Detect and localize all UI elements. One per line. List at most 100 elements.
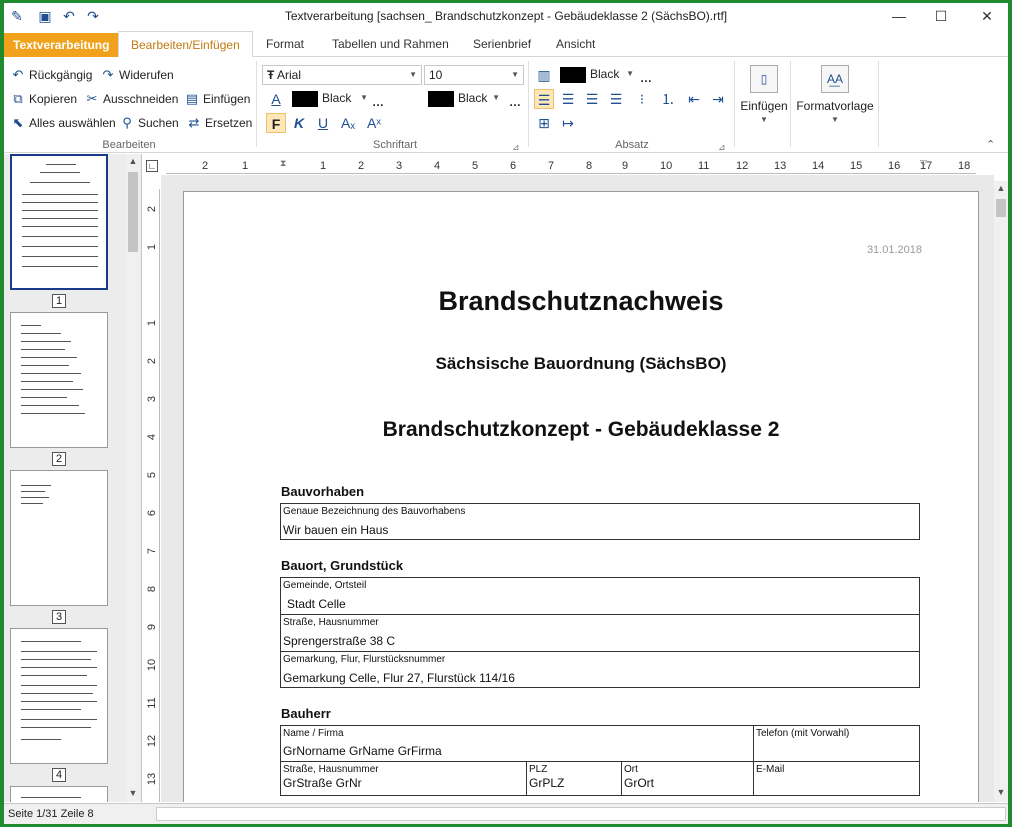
tab-ansicht[interactable]: Ansicht xyxy=(544,31,607,57)
more-highlight-colors-icon[interactable]: … xyxy=(509,95,521,109)
highlight-color-swatch xyxy=(428,91,454,108)
thumb-line xyxy=(21,701,97,702)
tab-app-menu[interactable]: Textverarbeitung xyxy=(4,33,119,57)
scrollbar-thumb[interactable] xyxy=(128,172,138,252)
highlight-color-select[interactable]: Black ▼ xyxy=(424,89,504,109)
shading-color-select[interactable]: Black ▼ xyxy=(556,65,638,85)
align-left-icon[interactable]: ☰ xyxy=(534,89,554,109)
field-value[interactable]: Sprengerstraße 38 C xyxy=(283,634,395,648)
close-button[interactable]: ✕ xyxy=(964,3,1008,29)
more-font-colors-icon[interactable]: … xyxy=(372,95,384,109)
subscript-button[interactable]: Aₓ xyxy=(338,113,358,133)
align-justify-icon[interactable]: ☰ xyxy=(606,89,626,109)
underline-button[interactable]: U xyxy=(313,113,333,133)
align-center-icon[interactable]: ☰ xyxy=(558,89,578,109)
font-dialog-launcher-icon[interactable]: ⊿ xyxy=(512,137,520,157)
group-divider xyxy=(790,61,791,147)
thumb-line xyxy=(22,218,98,219)
increase-indent-icon[interactable]: ⇥ xyxy=(708,89,728,109)
page-number: 4 xyxy=(52,768,66,782)
ruler-tick: 14 xyxy=(812,160,825,172)
more-shading-colors-icon[interactable]: … xyxy=(640,71,652,85)
tab-format[interactable]: Format xyxy=(254,31,316,57)
numbered-list-icon[interactable]: ⒈ xyxy=(658,89,678,109)
thumb-line xyxy=(22,226,98,227)
ruler-tick: 7 xyxy=(548,160,555,172)
minimize-button[interactable]: — xyxy=(876,3,922,29)
replace-icon: ⇄ xyxy=(188,115,200,130)
field-value[interactable]: GrNorname GrName GrFirma xyxy=(283,744,442,758)
chevron-up-icon[interactable]: ▲ xyxy=(126,156,140,166)
ruler-tick: 13 xyxy=(774,160,787,172)
redo-button[interactable]: ↷ Widerufen xyxy=(100,65,174,85)
ruler-tick: 9 xyxy=(146,623,158,631)
chevron-down-icon[interactable]: ▼ xyxy=(126,788,140,798)
superscript-button[interactable]: Aˣ xyxy=(364,113,384,133)
document-canvas[interactable]: 31.01.2018 Brandschutznachweis Sächsisch… xyxy=(161,175,994,802)
thumb-line xyxy=(21,381,73,382)
tab-tabellen-und-rahmen[interactable]: Tabellen und Rahmen xyxy=(320,31,461,57)
align-right-icon[interactable]: ☰ xyxy=(582,89,602,109)
field-value[interactable]: GrPLZ xyxy=(529,776,564,790)
insert-button[interactable]: ▯ Einfügen ▼ xyxy=(738,65,790,124)
page-thumbnail[interactable] xyxy=(10,154,108,290)
tab-type-selector[interactable]: ∟ xyxy=(146,160,158,172)
table-cell: E-Mail xyxy=(754,762,919,795)
thumbnail-scrollbar[interactable]: ▲ ▼ xyxy=(126,154,140,802)
document-page[interactable]: 31.01.2018 Brandschutznachweis Sächsisch… xyxy=(183,191,979,802)
thumb-line xyxy=(22,266,98,267)
document-scrollbar[interactable]: ▲ ▼ xyxy=(994,181,1008,802)
search-icon: ⚲ xyxy=(122,115,132,130)
decrease-indent-icon[interactable]: ⇤ xyxy=(684,89,704,109)
collapse-ribbon-icon[interactable]: ⌃ xyxy=(986,135,995,155)
field-value[interactable]: Stadt Celle xyxy=(287,597,346,611)
page-thumbnail[interactable] xyxy=(10,786,108,802)
tab-serienbrief[interactable]: Serienbrief xyxy=(461,31,543,57)
paste-button[interactable]: ▤ Einfügen xyxy=(184,89,251,109)
thumb-line xyxy=(21,397,67,398)
style-button[interactable]: A͟A Formatvorlage ▼ xyxy=(794,65,876,124)
horizontal-ruler[interactable]: 2 1 1 2 3 4 5 6 7 8 9 10 11 12 13 14 15 … xyxy=(166,158,976,174)
field-label: Gemarkung, Flur, Flurstücksnummer xyxy=(283,654,446,665)
undo-button[interactable]: ↶ Rückgängig xyxy=(10,65,93,85)
field-value[interactable]: GrOrt xyxy=(624,776,654,790)
field-label: Ort xyxy=(624,764,638,775)
search-button[interactable]: ⚲ Suchen xyxy=(119,113,178,133)
field-value[interactable]: GrStraße GrNr xyxy=(283,776,362,790)
field-value[interactable]: Wir bauen ein Haus xyxy=(283,523,388,537)
title-bar: ✎ ▣ ↶ ↷ Textverarbeitung [sachsen_ Brand… xyxy=(4,3,1008,29)
select-all-button[interactable]: ⬉ Alles auswählen xyxy=(10,113,116,133)
cut-button[interactable]: ✂ Ausschneiden xyxy=(84,89,179,109)
page-thumbnail[interactable] xyxy=(10,312,108,448)
ruler-tick: 4 xyxy=(146,433,158,441)
border-grid-icon[interactable]: ⊞ xyxy=(534,113,554,133)
page-thumbnail[interactable] xyxy=(10,628,108,764)
tab-bearbeiten-einfuegen[interactable]: Bearbeiten/Einfügen xyxy=(118,31,253,58)
page-thumbnail[interactable] xyxy=(10,470,108,606)
paragraph-shading-icon[interactable]: ▥ xyxy=(534,65,554,85)
bold-button[interactable]: F xyxy=(266,113,286,133)
left-indent-marker[interactable]: ⧗ xyxy=(280,158,286,169)
chevron-up-icon[interactable]: ▲ xyxy=(994,183,1008,193)
select-all-label: Alles auswählen xyxy=(29,116,116,130)
thumb-line xyxy=(21,503,43,504)
font-color-select[interactable]: Black ▼ xyxy=(288,89,372,109)
horizontal-scrollbar[interactable] xyxy=(156,807,1006,821)
font-family-select[interactable]: Ŧ Arial ▼ xyxy=(262,65,422,85)
field-value[interactable]: Gemarkung Celle, Flur 27, Flurstück 114/… xyxy=(283,671,515,685)
right-indent-marker[interactable]: ▽ xyxy=(920,158,927,169)
replace-button[interactable]: ⇄ Ersetzen xyxy=(186,113,253,133)
ruler-tick: 15 xyxy=(850,160,863,172)
bullet-list-icon[interactable]: ⁝ xyxy=(632,89,652,109)
tab-stops-icon[interactable]: ↦ xyxy=(558,113,578,133)
chevron-down-icon[interactable]: ▼ xyxy=(994,787,1008,797)
scrollbar-thumb[interactable] xyxy=(996,199,1006,217)
font-color-icon[interactable]: A xyxy=(266,89,286,109)
font-size-select[interactable]: 10 ▼ xyxy=(424,65,524,85)
paragraph-dialog-launcher-icon[interactable]: ⊿ xyxy=(718,137,726,157)
copy-button[interactable]: ⧉ Kopieren xyxy=(10,89,77,109)
maximize-button[interactable]: ☐ xyxy=(918,3,964,29)
vertical-ruler[interactable]: 2 1 1 2 3 4 5 6 7 8 9 10 11 12 13 xyxy=(144,189,160,802)
italic-button[interactable]: K xyxy=(289,113,309,133)
chevron-down-icon: ▼ xyxy=(409,70,417,79)
